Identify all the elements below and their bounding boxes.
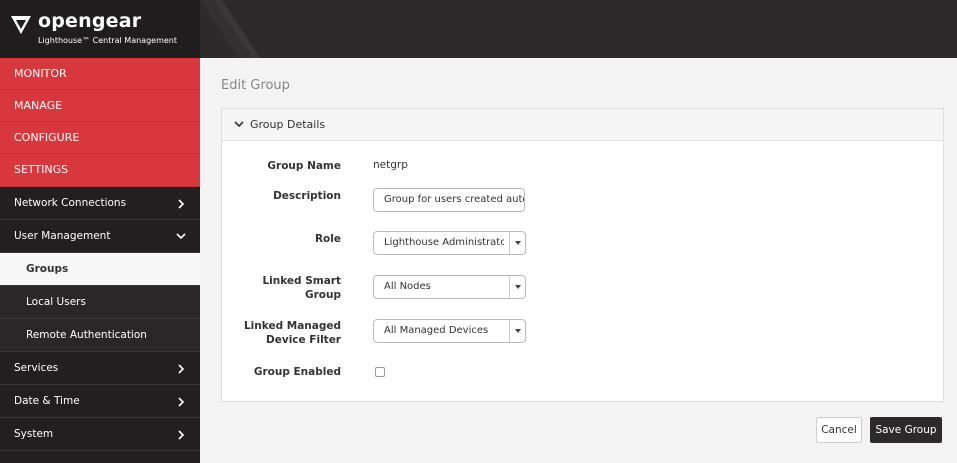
sidebar-item-label: Services <box>14 362 59 374</box>
nav-configure[interactable]: CONFIGURE <box>0 122 200 154</box>
linked-smart-group-label-line2: Group <box>304 289 341 301</box>
page-title: Edit Group <box>221 78 290 93</box>
sidebar-item-label: User Management <box>14 230 111 242</box>
chevron-right-icon <box>176 418 186 451</box>
group-name-value: netgrp <box>373 159 408 171</box>
sidebar-item-label: Local Users <box>26 296 86 308</box>
chevron-right-icon <box>176 187 186 220</box>
linked-device-filter-value: All Managed Devices <box>384 325 489 336</box>
sidebar-item-remote-authentication[interactable]: Remote Authentication <box>0 319 200 352</box>
linked-smart-group-value: All Nodes <box>384 281 431 292</box>
linked-smart-group-label: Linked Smart Group <box>231 274 341 302</box>
sidebar-item-local-users[interactable]: Local Users <box>0 286 200 319</box>
role-label: Role <box>314 233 341 245</box>
top-bar: opengear Lighthouse™ Central Management <box>0 0 957 58</box>
chevron-right-icon <box>176 385 186 418</box>
select-arrow-icon <box>509 276 525 298</box>
linked-smart-group-label-line1: Linked Smart <box>262 275 341 287</box>
linked-device-filter-label: Linked Managed Device Filter <box>231 319 341 347</box>
sidebar-item-system[interactable]: System <box>0 418 200 451</box>
role-select[interactable]: Lighthouse Administrato <box>373 231 526 255</box>
linked-smart-group-select[interactable]: All Nodes <box>373 275 526 299</box>
header-decoration <box>200 0 260 58</box>
linked-device-filter-select[interactable]: All Managed Devices <box>373 319 526 343</box>
sidebar-item-label: Groups <box>26 263 69 275</box>
nav-settings[interactable]: SETTINGS <box>0 154 200 187</box>
brand-name: opengear <box>38 10 142 32</box>
logo[interactable]: opengear Lighthouse™ Central Management <box>0 0 200 58</box>
group-enabled-label: Group Enabled <box>253 366 341 378</box>
sidebar-item-label: System <box>14 428 54 440</box>
nav-monitor[interactable]: MONITOR <box>0 58 200 90</box>
description-label: Description <box>273 190 341 202</box>
select-arrow-icon <box>509 232 525 254</box>
group-enabled-checkbox[interactable] <box>375 367 385 377</box>
chevron-down-icon <box>234 121 244 128</box>
sidebar: MONITOR MANAGE CONFIGURE SETTINGS Networ… <box>0 58 200 463</box>
sidebar-item-groups[interactable]: Groups <box>0 253 200 286</box>
cancel-button[interactable]: Cancel <box>816 417 862 443</box>
linked-device-filter-label-line2: Device Filter <box>266 334 341 346</box>
panel-title: Group Details <box>250 118 326 131</box>
chevron-down-icon <box>176 220 186 253</box>
sidebar-item-label: Date & Time <box>14 395 80 407</box>
chevron-right-icon <box>176 352 186 385</box>
select-arrow-icon <box>509 320 525 342</box>
sidebar-item-label: Network Connections <box>14 197 127 209</box>
panel-header[interactable]: Group Details <box>222 109 943 141</box>
linked-device-filter-label-line1: Linked Managed <box>243 320 341 332</box>
sidebar-item-user-management[interactable]: User Management <box>0 220 200 253</box>
sidebar-item-services[interactable]: Services <box>0 352 200 385</box>
sidebar-item-date-time[interactable]: Date & Time <box>0 385 200 418</box>
sidebar-item-network-connections[interactable]: Network Connections <box>0 187 200 220</box>
opengear-logo-icon <box>11 16 31 34</box>
description-input[interactable]: Group for users created auto <box>373 188 525 212</box>
sidebar-item-label: Remote Authentication <box>26 329 147 341</box>
brand-subtitle: Lighthouse™ Central Management <box>38 36 178 45</box>
group-name-label: Group Name <box>267 160 341 172</box>
role-select-value: Lighthouse Administrato <box>384 237 504 248</box>
group-details-panel: Group Details Group Name netgrp Descript… <box>221 108 944 402</box>
nav-manage[interactable]: MANAGE <box>0 90 200 122</box>
save-group-button[interactable]: Save Group <box>870 417 942 443</box>
